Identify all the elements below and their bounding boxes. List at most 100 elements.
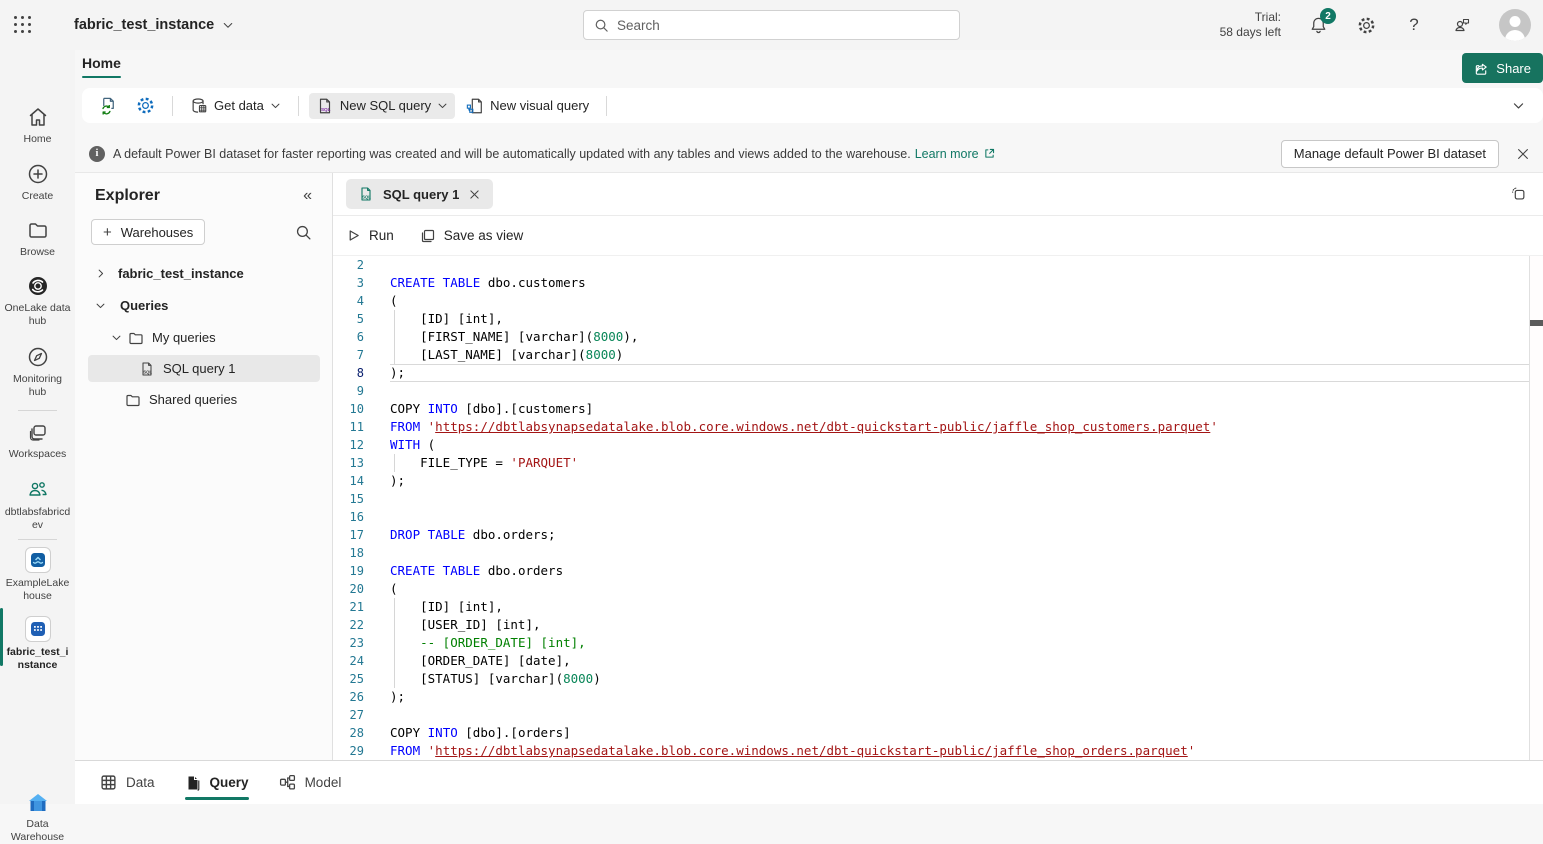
notifications-button[interactable]: 2	[1307, 14, 1329, 36]
code-line[interactable]: 16	[333, 508, 1529, 526]
code-line[interactable]: 14);	[333, 472, 1529, 490]
query-settings-button[interactable]	[129, 92, 162, 119]
manage-default-dataset-button[interactable]: Manage default Power BI dataset	[1281, 140, 1499, 168]
code-line[interactable]: 5 [ID] [int],	[333, 310, 1529, 328]
plus-circle-icon	[26, 162, 50, 186]
nav-browse[interactable]: Browse	[0, 218, 75, 259]
global-search[interactable]	[583, 10, 960, 40]
code-line[interactable]: 13 FILE_TYPE = 'PARQUET'	[333, 454, 1529, 472]
nav-workspace-dbtlabsfabricdev[interactable]: dbtlabsfabricdev	[0, 478, 75, 532]
tree-item-queries[interactable]: Queries	[75, 291, 332, 320]
explorer-search-icon[interactable]	[295, 224, 312, 241]
code-line[interactable]: 25 [STATUS] [varchar](8000)	[333, 670, 1529, 688]
code-line[interactable]: 9	[333, 382, 1529, 400]
code-line[interactable]: 21 [ID] [int],	[333, 598, 1529, 616]
code-line[interactable]: 20(	[333, 580, 1529, 598]
tree-item-my-queries[interactable]: My queries	[75, 323, 332, 352]
share-button[interactable]: Share	[1462, 53, 1543, 83]
gear-blue-icon	[136, 96, 155, 115]
code-line[interactable]: 27	[333, 706, 1529, 724]
code-line[interactable]: 17DROP TABLE dbo.orders;	[333, 526, 1529, 544]
tab-model[interactable]: Model	[279, 761, 342, 805]
tab-data[interactable]: Data	[100, 761, 155, 805]
banner-close-button[interactable]	[1513, 144, 1533, 164]
code-line-text: FILE_TYPE = 'PARQUET'	[390, 454, 1529, 472]
code-line[interactable]: 12WITH (	[333, 436, 1529, 454]
svg-text:SQL: SQL	[143, 369, 152, 374]
code-line[interactable]: 15	[333, 490, 1529, 508]
lakehouse-icon	[25, 547, 51, 573]
code-line[interactable]: 24 [ORDER_DATE] [date],	[333, 652, 1529, 670]
nav-item-fabric-test-instance[interactable]: fabric_test_instance	[0, 616, 75, 672]
ribbon-tab-row: Home Share	[75, 50, 1543, 88]
code-line-text: FROM 'https://dbtlabsynapsedatalake.blob…	[390, 742, 1529, 760]
code-line[interactable]: 28COPY INTO [dbo].[orders]	[333, 724, 1529, 742]
help-button[interactable]: ?	[1403, 14, 1425, 36]
model-diagram-icon	[279, 774, 296, 791]
code-line[interactable]: 23 -- [ORDER_DATE] [int],	[333, 634, 1529, 652]
top-header: fabric_test_instance Trial: 58 days left…	[0, 0, 1543, 50]
nav-create[interactable]: Create	[0, 162, 75, 203]
line-number: 18	[333, 544, 390, 562]
code-line[interactable]: 7 [LAST_NAME] [varchar](8000)	[333, 346, 1529, 364]
line-number: 9	[333, 382, 390, 400]
collapse-panel-icon[interactable]: «	[303, 187, 312, 205]
editor-scrollbar[interactable]	[1529, 256, 1543, 760]
line-number: 20	[333, 580, 390, 598]
code-line[interactable]: 2	[333, 256, 1529, 274]
nav-workspaces[interactable]: Workspaces	[0, 420, 75, 461]
nav-experience-data-warehouse[interactable]: Data Warehouse	[0, 792, 75, 844]
code-line[interactable]: 6 [FIRST_NAME] [varchar](8000),	[333, 328, 1529, 346]
save-as-view-button[interactable]: Save as view	[420, 228, 524, 244]
learn-more-link[interactable]: Learn more	[915, 147, 996, 161]
content-row: Explorer « + Warehouses fabric_test_inst…	[75, 172, 1543, 760]
ribbon-collapse-button[interactable]	[1512, 99, 1525, 112]
tree-item-shared-queries[interactable]: Shared queries	[75, 385, 332, 414]
code-line[interactable]: 10COPY INTO [dbo].[customers]	[333, 400, 1529, 418]
feedback-button[interactable]	[1451, 14, 1473, 36]
notification-badge: 2	[1320, 8, 1336, 24]
copy-icon[interactable]	[1509, 185, 1527, 203]
add-warehouses-button[interactable]: + Warehouses	[91, 219, 205, 245]
tab-home[interactable]: Home	[82, 55, 121, 78]
workspaces-icon	[26, 420, 50, 444]
chevron-down-icon	[437, 100, 448, 111]
code-line[interactable]: 26);	[333, 688, 1529, 706]
tree-item-sql-query-1[interactable]: SQL SQL query 1	[88, 355, 320, 382]
new-visual-query-button[interactable]: New visual query	[459, 93, 596, 119]
run-button[interactable]: Run	[346, 228, 394, 243]
nav-onelake-data-hub[interactable]: OneLake data hub	[0, 274, 75, 328]
code-line[interactable]: 19CREATE TABLE dbo.orders	[333, 562, 1529, 580]
nav-item-examplelakehouse[interactable]: ExampleLakehouse	[0, 547, 75, 603]
tab-query[interactable]: Query	[185, 761, 249, 805]
code-line[interactable]: 8);	[333, 364, 1529, 382]
sql-document-green-icon: SQL	[358, 186, 374, 202]
tree-item-warehouse[interactable]: fabric_test_instance	[75, 259, 332, 288]
code-line[interactable]: 11FROM 'https://dbtlabsynapsedatalake.bl…	[333, 418, 1529, 436]
folder-icon	[128, 330, 144, 346]
account-avatar[interactable]	[1499, 9, 1531, 41]
code-editor[interactable]: 23CREATE TABLE dbo.customers4(5 [ID] [in…	[333, 256, 1543, 760]
refresh-document-button[interactable]	[92, 92, 125, 119]
code-line[interactable]: 18	[333, 544, 1529, 562]
search-input[interactable]	[617, 18, 949, 33]
chevron-down-icon	[222, 19, 234, 31]
code-line[interactable]: 22 [USER_ID] [int],	[333, 616, 1529, 634]
toolbar-divider	[172, 96, 173, 116]
line-number: 28	[333, 724, 390, 742]
code-line[interactable]: 29FROM 'https://dbtlabsynapsedatalake.bl…	[333, 742, 1529, 760]
nav-home[interactable]: Home	[0, 105, 75, 146]
code-line-text: FROM 'https://dbtlabsynapsedatalake.blob…	[390, 418, 1529, 436]
close-tab-icon[interactable]	[468, 188, 481, 201]
new-sql-query-button[interactable]: SQL New SQL query	[309, 93, 455, 119]
nav-monitoring-hub[interactable]: Monitoring hub	[0, 345, 75, 399]
app-launcher-icon[interactable]	[0, 0, 46, 50]
sql-document-icon: SQL	[139, 361, 155, 377]
code-line[interactable]: 3CREATE TABLE dbo.customers	[333, 274, 1529, 292]
code-line[interactable]: 4(	[333, 292, 1529, 310]
workspace-switcher[interactable]: fabric_test_instance	[74, 17, 234, 33]
tab-sql-query-1[interactable]: SQL SQL query 1	[346, 179, 493, 209]
get-data-button[interactable]: Get data	[183, 93, 288, 119]
code-line-text: [USER_ID] [int],	[390, 616, 1529, 634]
settings-button[interactable]	[1355, 14, 1377, 36]
